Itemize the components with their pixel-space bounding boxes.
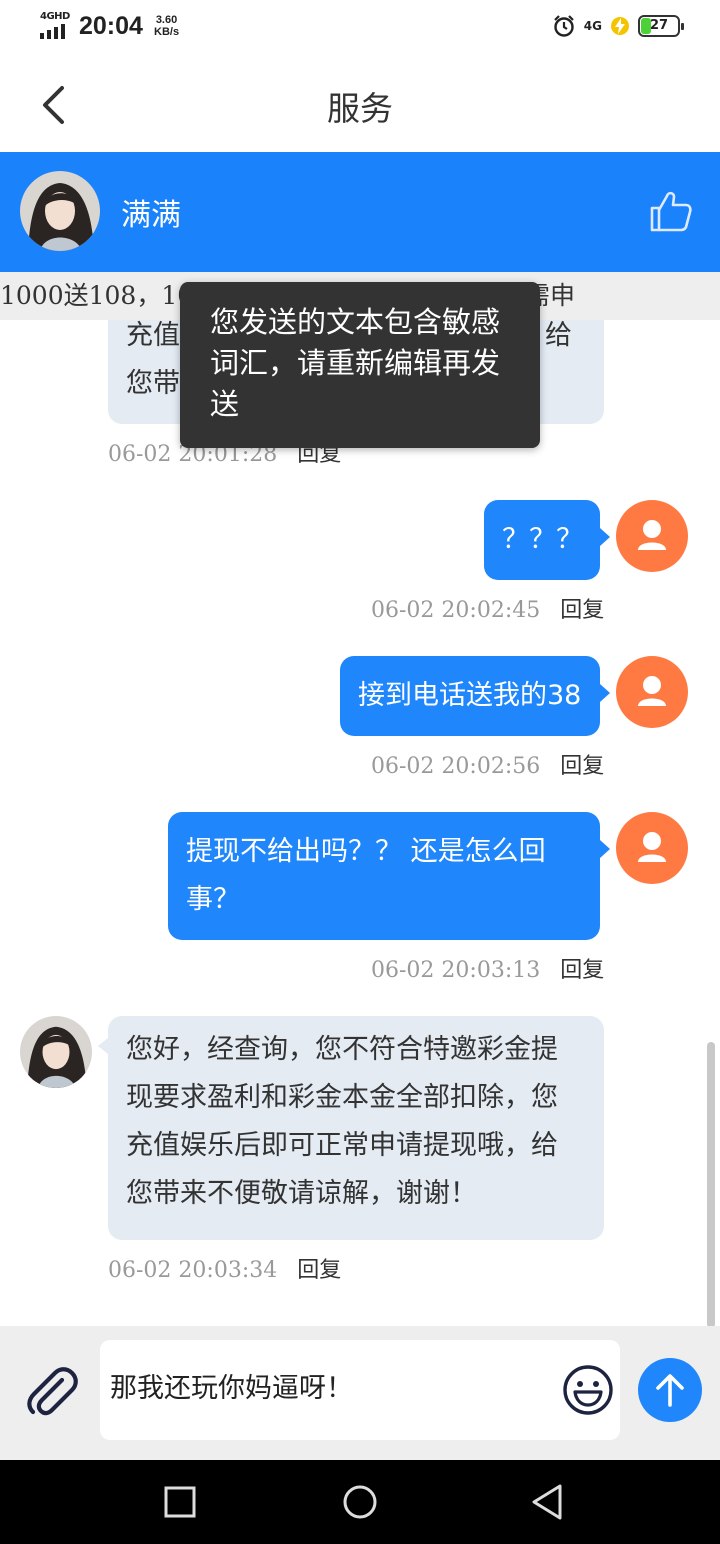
message-meta: 06-02 20:03:34 回复	[108, 1252, 341, 1284]
message-line: 充值娱乐后即可正常申请提现哦，给	[126, 1130, 558, 1161]
reply-link[interactable]: 回复	[560, 958, 604, 983]
user-avatar[interactable]	[616, 812, 688, 884]
nav-bar: 服务	[0, 56, 720, 152]
recents-icon[interactable]	[160, 1482, 200, 1522]
message-bubble-outgoing: ？？？	[484, 500, 610, 580]
thumbs-up-icon[interactable]	[648, 188, 694, 234]
message-bubble-outgoing: 提现不给出吗？？ 还是怎么回 事？	[168, 812, 610, 940]
reply-link[interactable]: 回复	[560, 754, 604, 779]
message-line: 现要求盈利和彩金本金全部扣除，您	[126, 1082, 558, 1113]
message-bubble-incoming: 您好，经查询，您不符合特邀彩金提 现要求盈利和彩金本金全部扣除，您 充值娱乐后即…	[98, 1016, 604, 1240]
message-meta: 06-02 20:02:45 回复	[371, 592, 604, 624]
message-text: ？？？	[502, 524, 583, 555]
message-time: 06-02 20:02:56	[371, 754, 541, 779]
input-bar: 那我还玩你妈逼呀！	[0, 1326, 720, 1460]
network-4g-label: 4G	[583, 19, 602, 33]
user-avatar[interactable]	[616, 500, 688, 572]
message-meta: 06-02 20:03:13 回复	[371, 952, 604, 984]
message-time: 06-02 20:03:13	[371, 958, 541, 983]
reply-link[interactable]: 回复	[560, 598, 604, 623]
message-bubble-outgoing: 接到电话送我的38	[340, 656, 610, 736]
page-title: 服务	[327, 89, 393, 128]
home-icon[interactable]	[340, 1482, 380, 1522]
network-type-label: 4GHD	[40, 11, 70, 22]
battery-level: 27	[649, 18, 669, 33]
paperclip-icon[interactable]	[24, 1364, 78, 1418]
message-line: 提现不给出吗？？ 还是怎么回	[186, 836, 546, 867]
network-speed-value: 3.60	[155, 14, 178, 26]
message-input[interactable]: 那我还玩你妈逼呀！	[100, 1340, 620, 1440]
message-line: 您带来不便敬请谅解，谢谢！	[126, 1178, 477, 1209]
agent-name: 满满	[121, 198, 181, 233]
charging-icon	[611, 17, 629, 35]
agent-avatar[interactable]	[20, 1016, 92, 1088]
agent-avatar[interactable]	[20, 171, 100, 251]
emoji-icon[interactable]	[562, 1364, 614, 1416]
message-line-start: 充值	[126, 320, 180, 351]
system-nav-bar	[0, 1460, 720, 1544]
chat-history[interactable]: 充值 给 您带 06-02 20:01:28 回复 ？？？ 06-02 20:02…	[0, 320, 720, 1326]
message-input-text: 那我还玩你妈逼呀！	[110, 1373, 353, 1404]
battery-icon: 27	[638, 15, 684, 37]
message-time: 06-02 20:02:45	[371, 598, 541, 623]
sensitive-word-toast: 您发送的文本包含敏感词汇，请重新编辑再发送	[180, 282, 540, 448]
message-line: 您好，经查询，您不符合特邀彩金提	[126, 1034, 558, 1065]
signal-icon	[40, 24, 65, 39]
send-button[interactable]	[638, 1358, 702, 1422]
reply-link[interactable]: 回复	[297, 1258, 341, 1283]
status-icons: 4G 27	[552, 14, 684, 38]
user-avatar[interactable]	[616, 656, 688, 728]
message-line-end: 给	[545, 320, 572, 351]
status-bar: 4GHD 20:04 3.60 KB/s 4G 27	[0, 0, 720, 56]
scrollbar[interactable]	[707, 1042, 715, 1326]
clock-time: 20:04	[79, 12, 143, 40]
message-line: 事？	[186, 884, 240, 915]
network-speed: 3.60 KB/s	[154, 14, 179, 38]
message-time: 06-02 20:03:34	[108, 1258, 278, 1283]
back-triangle-icon[interactable]	[528, 1482, 568, 1522]
alarm-icon	[554, 15, 574, 37]
network-speed-unit: KB/s	[154, 26, 180, 38]
agent-header: 满满	[0, 152, 720, 272]
message-text: 接到电话送我的38	[358, 680, 582, 711]
arrow-up-icon	[656, 1374, 684, 1407]
message-meta: 06-02 20:02:56 回复	[371, 748, 604, 780]
